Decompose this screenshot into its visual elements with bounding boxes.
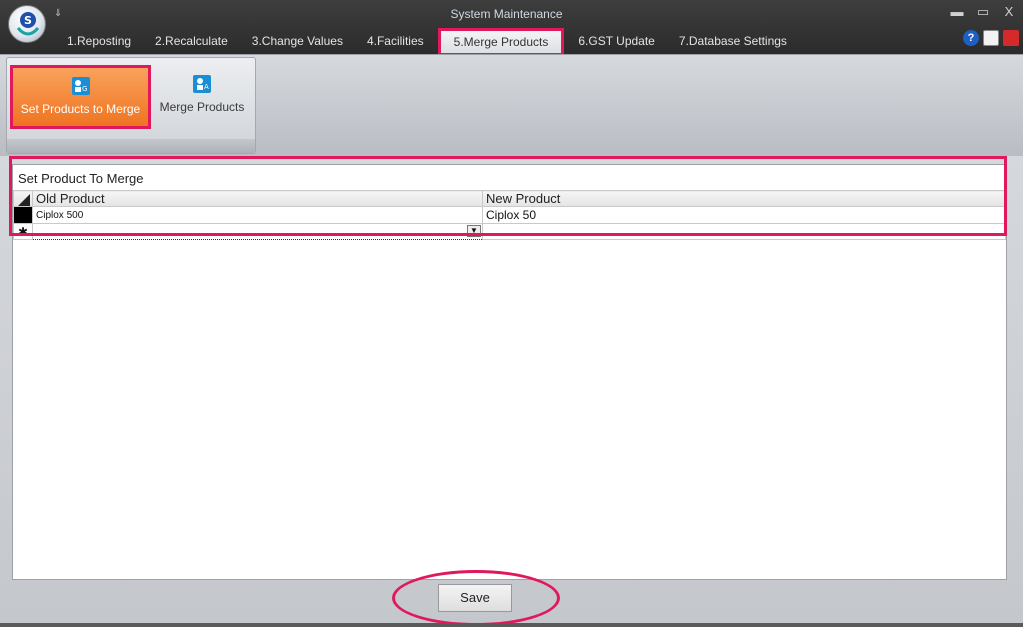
main-content: Set Product To Merge Old Product New Pro… <box>0 156 1023 627</box>
save-button[interactable]: Save <box>438 584 512 612</box>
tab-change-values[interactable]: 3.Change Values <box>240 30 355 54</box>
ribbon-group-merge: G Set Products to Merge A Merge Products <box>6 57 256 154</box>
grid-highlight-annotation <box>9 156 1007 236</box>
svg-text:A: A <box>204 83 209 91</box>
title-right-icons: ? <box>963 30 1019 46</box>
merge-products-label: Merge Products <box>159 100 245 114</box>
exit-icon[interactable] <box>1003 30 1019 46</box>
close-button[interactable]: X <box>998 4 1020 19</box>
tab-database-settings[interactable]: 7.Database Settings <box>667 30 799 54</box>
minimize-button[interactable]: ▬ <box>946 4 968 19</box>
document-icon[interactable] <box>983 30 999 46</box>
window-title: System Maintenance <box>450 7 563 21</box>
merge-products-icon: A <box>192 74 212 94</box>
svg-text:G: G <box>82 85 87 93</box>
bottom-edge <box>0 623 1023 627</box>
merge-products-button[interactable]: A Merge Products <box>153 66 251 126</box>
title-bar: S ⇓ System Maintenance ▬ ▭ X 1.Reposting… <box>0 0 1023 56</box>
ribbon-group-footer <box>7 139 255 153</box>
maximize-button[interactable]: ▭ <box>972 4 994 20</box>
set-products-icon: G <box>71 76 91 96</box>
tab-gst-update[interactable]: 6.GST Update <box>566 30 667 54</box>
tab-facilities[interactable]: 4.Facilities <box>355 30 436 54</box>
tab-reposting[interactable]: 1.Reposting <box>55 30 143 54</box>
tab-strip: 1.Reposting 2.Recalculate 3.Change Value… <box>55 28 799 56</box>
set-products-label: Set Products to Merge <box>20 102 141 116</box>
set-products-to-merge-button[interactable]: G Set Products to Merge <box>10 65 151 129</box>
tab-recalculate[interactable]: 2.Recalculate <box>143 30 240 54</box>
tab-merge-products[interactable]: 5.Merge Products <box>437 28 565 56</box>
ribbon: G Set Products to Merge A Merge Products <box>0 54 1023 156</box>
help-icon[interactable]: ? <box>963 30 979 46</box>
